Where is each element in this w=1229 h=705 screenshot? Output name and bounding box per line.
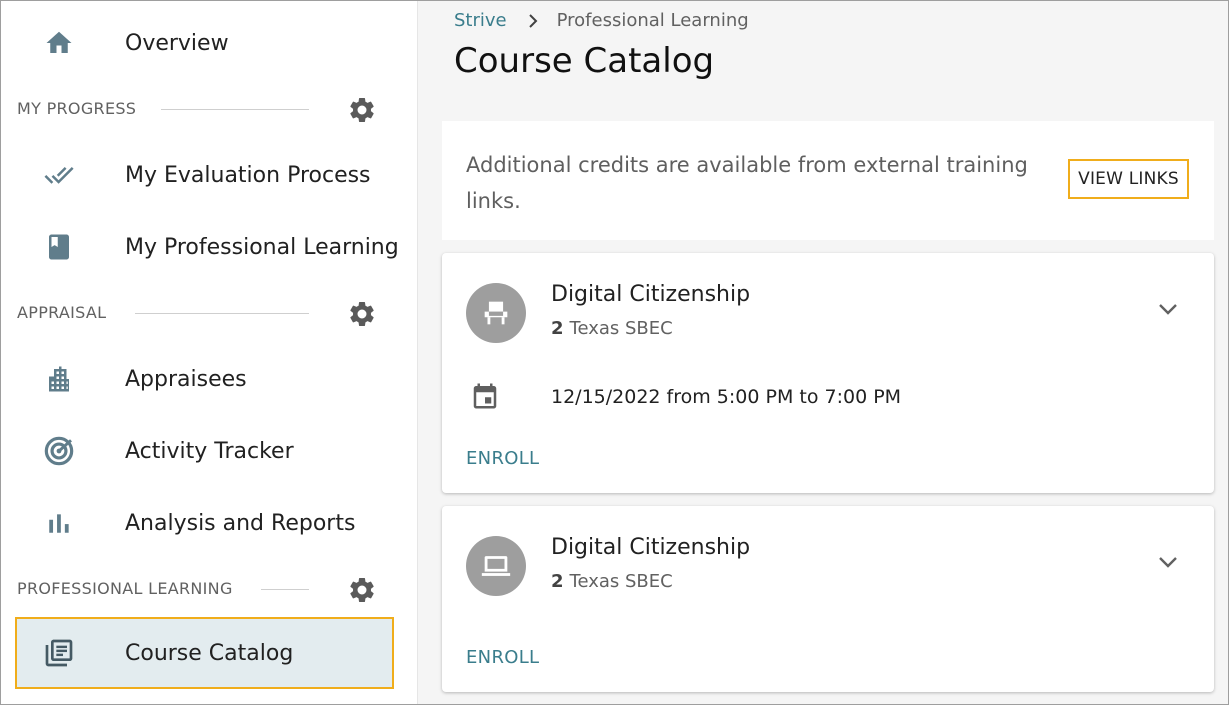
sidebar-item-label: My Evaluation Process xyxy=(125,162,371,188)
course-credits: 2 Texas SBEC xyxy=(551,318,673,339)
building-icon xyxy=(41,361,77,397)
calendar-icon xyxy=(468,379,502,413)
gear-icon[interactable] xyxy=(345,93,379,127)
course-session-time: 12/15/2022 from 5:00 PM to 7:00 PM xyxy=(551,386,902,408)
sidebar: Overview MY PROGRESS My Evaluation Proce… xyxy=(1,1,418,704)
bar-chart-icon xyxy=(41,505,77,541)
section-label: PROFESSIONAL LEARNING xyxy=(17,579,233,598)
credit-count: 2 xyxy=(551,571,564,592)
breadcrumb-link-strive[interactable]: Strive xyxy=(454,10,507,31)
sidebar-item-label: Appraisees xyxy=(125,366,247,392)
section-header-appraisal: APPRAISAL xyxy=(1,293,417,333)
sidebar-item-analysis-and-reports[interactable]: Analysis and Reports xyxy=(1,493,417,553)
double-check-icon xyxy=(41,157,77,193)
section-divider xyxy=(161,109,309,110)
external-links-card: Additional credits are available from ex… xyxy=(442,121,1214,240)
credit-type: Texas SBEC xyxy=(569,318,673,339)
chair-icon xyxy=(466,283,526,343)
course-card[interactable]: Digital Citizenship 2 Texas SBEC ENROLL xyxy=(442,506,1214,692)
breadcrumb-current: Professional Learning xyxy=(556,10,749,31)
catalog-icon xyxy=(41,635,77,671)
section-label: MY PROGRESS xyxy=(17,99,137,118)
sidebar-item-label: My Professional Learning xyxy=(125,234,399,260)
sidebar-item-activity-tracker[interactable]: Activity Tracker xyxy=(1,421,417,481)
credit-type: Texas SBEC xyxy=(569,571,673,592)
sidebar-item-my-professional-learning[interactable]: My Professional Learning xyxy=(1,217,417,277)
view-links-button[interactable]: VIEW LINKS xyxy=(1068,159,1189,199)
sidebar-item-label: Overview xyxy=(125,30,229,56)
sidebar-item-label: Analysis and Reports xyxy=(125,510,356,536)
breadcrumb: Strive Professional Learning xyxy=(454,10,749,31)
target-icon xyxy=(41,433,77,469)
section-header-professional-learning: PROFESSIONAL LEARNING xyxy=(1,569,417,609)
course-credits: 2 Texas SBEC xyxy=(551,571,673,592)
sidebar-item-label: Course Catalog xyxy=(125,640,294,666)
section-label: APPRAISAL xyxy=(17,303,107,322)
credit-count: 2 xyxy=(551,318,564,339)
course-card[interactable]: Digital Citizenship 2 Texas SBEC 12/15/20… xyxy=(442,253,1214,493)
chevron-right-icon xyxy=(527,13,539,28)
sidebar-item-appraisees[interactable]: Appraisees xyxy=(1,349,417,409)
section-header-my-progress: MY PROGRESS xyxy=(1,89,417,129)
laptop-icon xyxy=(466,536,526,596)
gear-icon[interactable] xyxy=(345,297,379,331)
sidebar-item-label: Activity Tracker xyxy=(125,438,294,464)
enroll-button[interactable]: ENROLL xyxy=(466,448,539,469)
sidebar-item-overview[interactable]: Overview xyxy=(1,13,417,73)
section-divider xyxy=(135,313,309,314)
chevron-down-icon[interactable] xyxy=(1152,293,1184,325)
enroll-button[interactable]: ENROLL xyxy=(466,647,539,668)
external-links-text: Additional credits are available from ex… xyxy=(466,153,1028,213)
gear-icon[interactable] xyxy=(345,573,379,607)
book-icon xyxy=(41,229,77,265)
chevron-down-icon[interactable] xyxy=(1152,546,1184,578)
home-icon xyxy=(41,25,77,61)
sidebar-item-course-catalog[interactable]: Course Catalog xyxy=(15,617,394,689)
sidebar-item-my-evaluation-process[interactable]: My Evaluation Process xyxy=(1,145,417,205)
app-window: Overview MY PROGRESS My Evaluation Proce… xyxy=(0,0,1229,705)
course-title: Digital Citizenship xyxy=(551,535,751,560)
main-content: Strive Professional Learning Course Cata… xyxy=(418,1,1228,704)
course-title: Digital Citizenship xyxy=(551,282,751,307)
section-divider xyxy=(261,589,309,590)
page-title: Course Catalog xyxy=(454,41,715,81)
